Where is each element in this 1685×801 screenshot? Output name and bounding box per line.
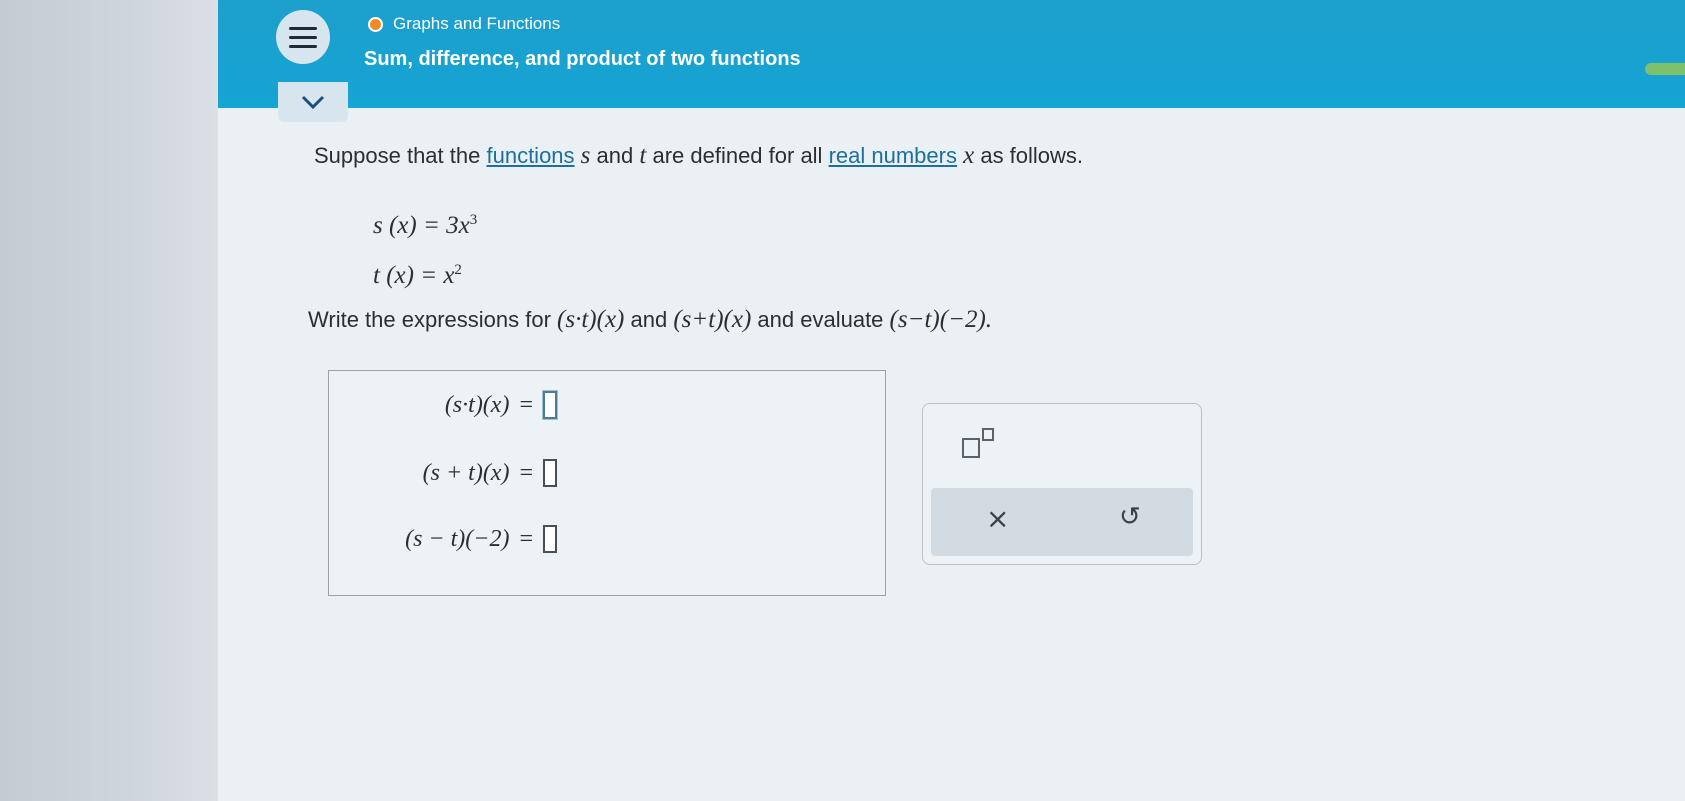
- equals-sign: =: [519, 525, 533, 552]
- answer-row-diff: (s − t)(−2) =: [405, 525, 557, 553]
- row-expression: (s − t)(−2): [405, 525, 510, 552]
- screen-bezel: [0, 0, 250, 801]
- row-expression: (s + t)(x): [422, 459, 510, 486]
- undo-icon[interactable]: ↺: [1119, 502, 1141, 532]
- def-t-text: t (x) = x: [373, 262, 455, 289]
- answer-row-sum: (s + t)(x) =: [423, 459, 557, 487]
- answer-input-sum[interactable]: [543, 459, 557, 487]
- def-t-exponent: 2: [454, 262, 462, 278]
- functions-link[interactable]: functions: [486, 143, 574, 168]
- exponent-template-icon[interactable]: [953, 426, 1003, 466]
- var-t: t: [639, 142, 647, 169]
- exponent-base-box: [962, 438, 980, 458]
- answer-row-product: (s·t)(x) =: [444, 390, 558, 420]
- instruction: Write the expressions for (s·t)(x) and (…: [308, 306, 992, 334]
- problem-statement: Suppose that the functions s and t are d…: [314, 142, 1083, 170]
- prompt-text: as follows.: [980, 143, 1084, 168]
- def-s-exponent: 3: [469, 212, 478, 228]
- math-tool-panel: × ↺: [922, 403, 1202, 565]
- answer-input-product[interactable]: [542, 390, 558, 420]
- app-screen: Graphs and Functions Sum, difference, an…: [218, 0, 1685, 801]
- var-s: s: [580, 142, 591, 169]
- problem-area: Suppose that the functions s and t are d…: [218, 108, 1685, 801]
- progress-indicator: [1645, 63, 1685, 75]
- breadcrumb-topic: Graphs and Functions: [393, 14, 561, 33]
- breadcrumb: Graphs and Functions: [368, 14, 560, 34]
- prompt-text: are defined for all: [652, 143, 823, 168]
- instruction-text: and evaluate: [757, 307, 884, 332]
- answer-box: (s·t)(x) = (s + t)(x) = (s − t)(−2) =: [328, 370, 886, 596]
- instruction-text: and: [630, 307, 668, 332]
- hamburger-menu-icon[interactable]: [276, 10, 330, 64]
- menu-line: [289, 26, 317, 30]
- prompt-text: Suppose that the: [314, 143, 481, 168]
- prompt-text: and: [596, 143, 634, 168]
- clear-icon[interactable]: ×: [986, 502, 1009, 535]
- equals-sign: =: [519, 391, 533, 418]
- status-dot-icon: [368, 16, 383, 32]
- tool-actions-bar: × ↺: [931, 488, 1193, 556]
- expr-product: (s·t)(x): [557, 306, 625, 333]
- function-definitions: s (x) = 3x3 t (x) = x2: [373, 198, 477, 298]
- real-numbers-link[interactable]: real numbers: [829, 143, 957, 168]
- collapse-toggle[interactable]: [278, 82, 348, 122]
- expr-sum: (s+t)(x): [673, 306, 752, 333]
- menu-line: [289, 44, 317, 48]
- instruction-text: Write the expressions for: [308, 307, 551, 332]
- answer-input-diff[interactable]: [543, 525, 557, 553]
- def-s: s (x) = 3x3: [373, 198, 477, 248]
- top-header: Graphs and Functions Sum, difference, an…: [218, 0, 1685, 108]
- page-title: Sum, difference, and product of two func…: [364, 48, 801, 70]
- expr-diff: (s−t)(−2).: [889, 306, 993, 333]
- menu-line: [289, 35, 317, 39]
- equals-sign: =: [519, 459, 533, 486]
- def-t: t (x) = x2: [373, 248, 477, 298]
- chevron-down-icon: [301, 95, 325, 110]
- exponent-power-box: [982, 428, 994, 441]
- var-x: x: [963, 142, 975, 169]
- def-s-text: s (x) = 3x: [373, 212, 470, 239]
- row-expression: (s·t)(x): [444, 391, 510, 418]
